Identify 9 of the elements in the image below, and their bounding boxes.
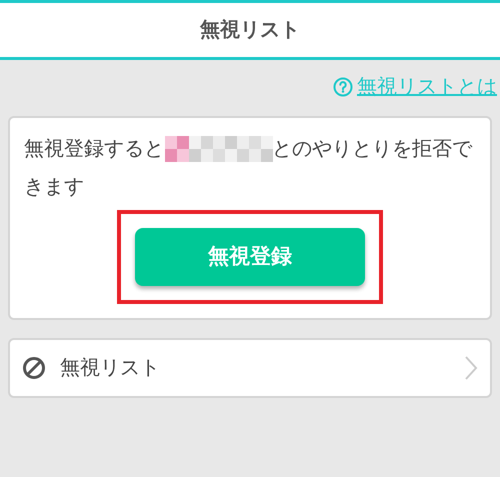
menu-label: 無視リスト (60, 356, 161, 381)
prohibited-icon (22, 356, 46, 380)
help-link[interactable]: 無視リストとは (357, 72, 497, 102)
info-text: 無視登録すると とのやりとりを拒否できます (24, 137, 474, 200)
help-icon (333, 77, 353, 97)
chevron-icon (464, 355, 478, 381)
page-title: 無視リスト (200, 18, 300, 43)
menu-row[interactable]: 無視リスト (8, 338, 492, 398)
ignore-register-button[interactable]: 無視登録 (135, 228, 365, 286)
